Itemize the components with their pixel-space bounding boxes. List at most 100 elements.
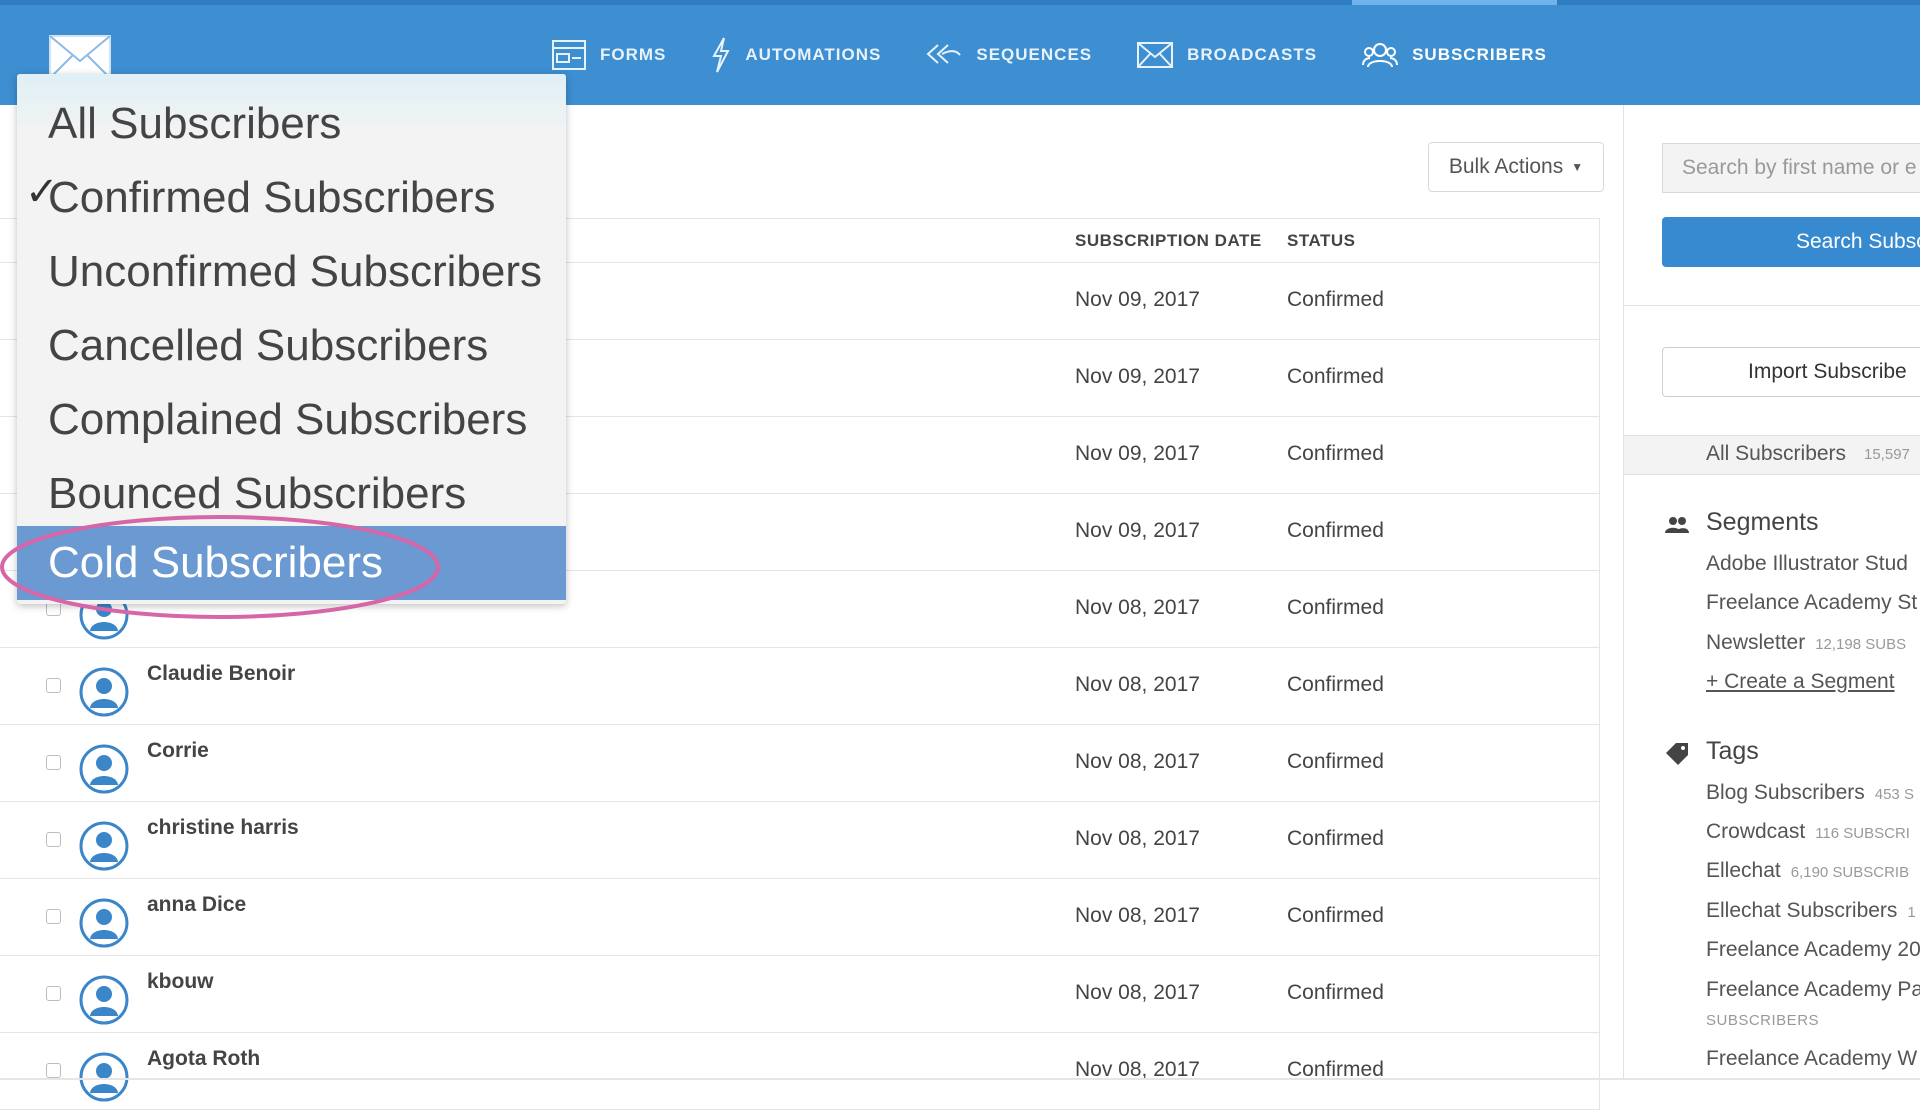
nav-automations-label: AUTOMATIONS [745, 45, 882, 64]
tag-item-label: Ellechat Subscribers [1706, 899, 1898, 922]
subscription-date: Nov 09, 2017 [1075, 365, 1200, 388]
avatar-icon [79, 898, 129, 948]
avatar-icon [79, 744, 129, 794]
main-nav: FORMS AUTOMATIONS SEQUENCES BROADCASTS S… [552, 0, 1592, 105]
subscriber-status: Confirmed [1287, 904, 1384, 927]
segments-icon [1665, 517, 1689, 533]
subscribers-icon [1362, 43, 1399, 68]
dropdown-item-complained[interactable]: Complained Subscribers [17, 383, 566, 457]
table-row[interactable]: christine harris Nov 08, 2017 Confirmed [0, 802, 1599, 879]
nav-forms-label: FORMS [600, 45, 667, 64]
segment-item-count: 12,198 SUBS [1815, 636, 1907, 653]
all-subscribers-count: 15,597 [1864, 446, 1910, 463]
row-checkbox[interactable] [46, 832, 61, 847]
subscriber-name[interactable]: Corrie [147, 739, 209, 763]
dropdown-item-unconfirmed[interactable]: Unconfirmed Subscribers [17, 235, 566, 309]
bulk-actions-button[interactable]: Bulk Actions ▼ [1428, 142, 1604, 192]
segment-item[interactable]: Adobe Illustrator Stud [1706, 552, 1908, 576]
sequences-icon [926, 44, 962, 64]
tag-item[interactable]: Blog Subscribers 453 S [1706, 781, 1914, 805]
bulk-actions-label: Bulk Actions [1448, 155, 1564, 178]
tag-item-sub-count: SUBSCRIBERS [1706, 1012, 1820, 1029]
row-checkbox[interactable] [46, 755, 61, 770]
tag-item-count: 6,190 SUBSCRIB [1790, 864, 1910, 881]
tag-item[interactable]: Crowdcast 116 SUBSCRI [1706, 820, 1910, 844]
subscription-date: Nov 09, 2017 [1075, 288, 1200, 311]
create-segment-link[interactable]: + Create a Segment [1706, 670, 1895, 694]
subscription-date: Nov 08, 2017 [1075, 596, 1200, 619]
checkmark-icon: ✓ [25, 170, 59, 214]
all-subscribers-label: All Subscribers [1706, 442, 1847, 465]
segment-item[interactable]: Newsletter 12,198 SUBS [1706, 631, 1906, 655]
tag-item-label: Blog Subscribers [1706, 781, 1865, 804]
row-checkbox[interactable] [46, 678, 61, 693]
nav-subscribers-label: SUBSCRIBERS [1412, 45, 1547, 64]
right-sidebar: Search by first name or e Search Subsc I… [1623, 105, 1920, 1080]
all-subscribers-filter[interactable]: All Subscribers 15,597 [1624, 435, 1920, 475]
subscriber-name[interactable]: Claudie Benoir [147, 662, 295, 686]
table-row[interactable]: Agota Roth Nov 08, 2017 Confirmed [0, 1033, 1599, 1110]
subscription-date: Nov 08, 2017 [1075, 673, 1200, 696]
lightning-icon [712, 37, 731, 73]
nav-sequences-label: SEQUENCES [976, 45, 1093, 64]
subscription-date: Nov 08, 2017 [1075, 904, 1200, 927]
tag-item[interactable]: Freelance Academy W [1706, 1047, 1917, 1071]
subscriber-status: Confirmed [1287, 750, 1384, 773]
segment-item-label: Newsletter [1706, 631, 1806, 654]
subscriber-name[interactable]: Agota Roth [147, 1047, 260, 1071]
nav-sequences[interactable]: SEQUENCES [926, 5, 1092, 105]
nav-subscribers[interactable]: SUBSCRIBERS [1352, 0, 1557, 105]
table-row[interactable]: anna Dice Nov 08, 2017 Confirmed [0, 879, 1599, 956]
tag-item-label: Crowdcast [1706, 820, 1806, 843]
subscriber-status: Confirmed [1287, 981, 1384, 1004]
tag-item-label: Freelance Academy Pa [1706, 978, 1920, 1001]
nav-forms[interactable]: FORMS [552, 5, 666, 105]
header-status[interactable]: STATUS [1287, 231, 1355, 251]
envelope-icon [1137, 42, 1174, 68]
import-subscribers-button[interactable]: Import Subscribe [1662, 347, 1920, 397]
tag-item-count: 116 SUBSCRI [1815, 825, 1910, 842]
tag-item-label: Freelance Academy 20 [1706, 938, 1920, 961]
row-checkbox[interactable] [46, 986, 61, 1001]
table-row[interactable]: Corrie Nov 08, 2017 Confirmed [0, 725, 1599, 802]
dropdown-item-confirmed[interactable]: Confirmed Subscribers [17, 161, 566, 235]
nav-broadcasts[interactable]: BROADCASTS [1137, 5, 1317, 105]
subscriber-status: Confirmed [1287, 288, 1384, 311]
subscription-date: Nov 08, 2017 [1075, 750, 1200, 773]
dropdown-item-all[interactable]: All Subscribers [17, 87, 566, 161]
table-row[interactable]: kbouw Nov 08, 2017 Confirmed [0, 956, 1599, 1033]
envelope-logo-icon[interactable] [49, 35, 111, 79]
subscriber-name[interactable]: anna Dice [147, 893, 246, 917]
avatar-icon [79, 975, 129, 1025]
tags-title: Tags [1706, 737, 1759, 765]
subscription-date: Nov 09, 2017 [1075, 519, 1200, 542]
search-subscribers-button[interactable]: Search Subsc [1662, 217, 1920, 267]
dropdown-item-cancelled[interactable]: Cancelled Subscribers [17, 309, 566, 383]
avatar-icon [79, 667, 129, 717]
subscription-date: Nov 08, 2017 [1075, 981, 1200, 1004]
annotation-highlight-ellipse [0, 515, 440, 619]
subscriber-status: Confirmed [1287, 827, 1384, 850]
table-row[interactable]: Claudie Benoir Nov 08, 2017 Confirmed [0, 648, 1599, 725]
tag-item-label: Ellechat [1706, 859, 1781, 882]
row-checkbox[interactable] [46, 1063, 61, 1078]
tag-item[interactable]: Ellechat Subscribers 1 [1706, 899, 1916, 923]
subscriber-status: Confirmed [1287, 365, 1384, 388]
row-checkbox[interactable] [46, 909, 61, 924]
header-subscription-date[interactable]: SUBSCRIPTION DATE [1075, 231, 1262, 251]
subscriber-name[interactable]: christine harris [147, 816, 299, 840]
subscriber-search-input[interactable]: Search by first name or e [1662, 143, 1920, 193]
subscription-date: Nov 08, 2017 [1075, 827, 1200, 850]
tag-item[interactable]: Freelance Academy 20 [1706, 938, 1920, 962]
subscriber-name[interactable]: kbouw [147, 970, 214, 994]
tag-item[interactable]: Freelance Academy Pa [1706, 978, 1920, 1002]
forms-icon [552, 40, 586, 70]
tag-icon [1666, 743, 1688, 765]
tag-item[interactable]: Ellechat 6,190 SUBSCRIB [1706, 859, 1909, 883]
segment-item[interactable]: Freelance Academy St [1706, 591, 1917, 615]
segment-item-label: Freelance Academy St [1706, 591, 1918, 614]
sidebar-divider [1624, 305, 1920, 306]
nav-automations[interactable]: AUTOMATIONS [711, 5, 881, 105]
subscriber-status: Confirmed [1287, 442, 1384, 465]
subscriber-status: Confirmed [1287, 673, 1384, 696]
